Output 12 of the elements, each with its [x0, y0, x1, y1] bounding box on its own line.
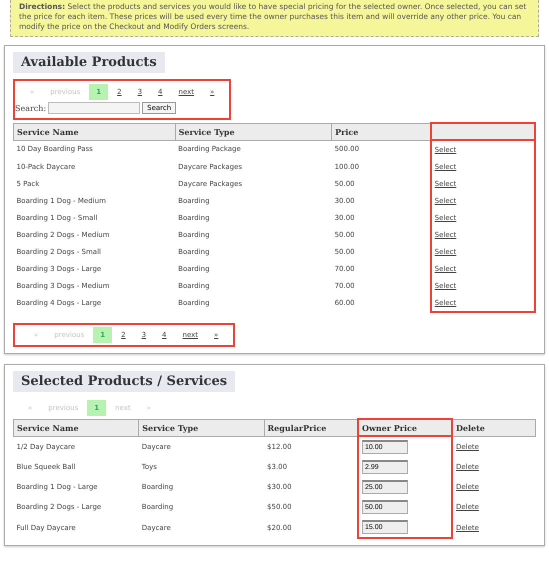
- search-field[interactable]: [48, 102, 140, 114]
- column-header: Owner Price: [358, 419, 452, 436]
- column-header: Service Type: [138, 419, 264, 436]
- column-header: Price: [332, 123, 431, 140]
- column-header: RegularPrice: [264, 419, 358, 436]
- panel-title: Selected Products / Services: [13, 371, 236, 392]
- column-header: Delete: [452, 419, 536, 436]
- column-header: Service Name: [14, 123, 176, 140]
- column-header: Service Name: [14, 419, 139, 436]
- panel-title: Available Products: [13, 52, 165, 73]
- column-header: Service Type: [175, 123, 332, 140]
- search-label: Search:: [15, 104, 46, 112]
